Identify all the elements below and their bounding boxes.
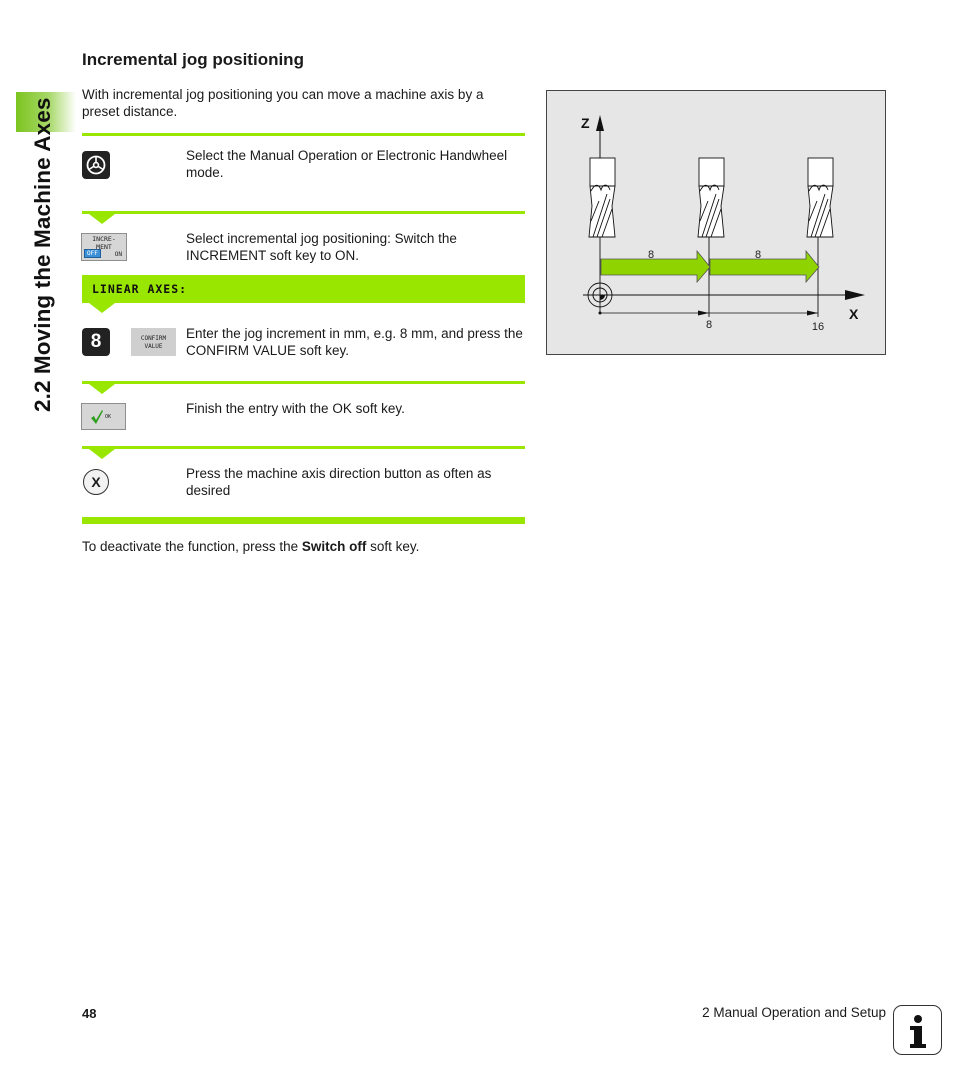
increment-softkey-icon: INCRE- MENT OFF ON	[81, 233, 127, 261]
step-arrow-icon	[89, 303, 115, 313]
section-title: Incremental jog positioning	[82, 50, 304, 69]
step-divider	[82, 211, 525, 214]
step-5-text: Press the machine axis direction button …	[186, 466, 492, 498]
softkey-line2: VALUE	[144, 342, 163, 350]
softkey-off-state: OFF	[84, 249, 101, 258]
increment-label-1: 8	[648, 249, 654, 261]
digit-8-key-icon: 8	[82, 328, 110, 356]
end-mill-tool-icon	[806, 157, 834, 317]
step-arrow-icon	[89, 384, 115, 394]
z-axis-arrow-icon	[596, 115, 604, 131]
increment-arrow-2	[709, 249, 820, 284]
ok-softkey-icon: OK	[81, 403, 126, 430]
dialog-prompt-bar: LINEAR AXES:	[82, 275, 525, 303]
deactivate-note: To deactivate the function, press the Sw…	[82, 539, 419, 554]
steps-end-bar	[82, 517, 525, 524]
x-axis-key-icon: X	[83, 469, 109, 495]
position-label-8: 8	[706, 319, 712, 331]
increment-label-2: 8	[755, 249, 761, 261]
step-1-text: Select the Manual Operation or Electroni…	[186, 148, 508, 180]
increment-arrow-1	[600, 249, 711, 284]
softkey-on-state: ON	[114, 251, 122, 258]
step-3-text: Enter the jog increment in mm, e.g. 8 mm…	[186, 326, 523, 358]
softkey-ok-label: OK	[105, 414, 112, 420]
step-divider	[82, 446, 525, 449]
step-arrow-icon	[89, 449, 115, 459]
step-4-text: Finish the entry with the OK soft key.	[186, 401, 405, 416]
handwheel-mode-key-icon	[82, 151, 110, 179]
confirm-value-softkey-icon: CONFIRM VALUE	[131, 328, 176, 356]
chapter-side-title: 2.2 Moving the Machine Axes	[30, 97, 55, 412]
step-2-text: Select incremental jog positioning: Swit…	[186, 231, 457, 263]
jog-increment-figure: Z 8 8 X 8 16	[546, 90, 886, 355]
footer-chapter-title: 2 Manual Operation and Setup	[702, 1005, 886, 1020]
step-arrow-icon	[89, 214, 115, 224]
x-axis-label: X	[849, 306, 859, 322]
info-icon	[893, 1005, 942, 1055]
dialog-prompt-text: LINEAR AXES:	[92, 282, 188, 296]
deactivate-suffix: soft key.	[366, 539, 420, 554]
step-divider	[82, 133, 525, 136]
intro-paragraph: With incremental jog positioning you can…	[82, 87, 484, 119]
z-axis-label: Z	[581, 115, 590, 131]
checkmark-icon	[91, 410, 103, 424]
x-axis-arrow-icon	[845, 290, 865, 300]
position-label-16: 16	[812, 321, 824, 333]
softkey-line1: CONFIRM	[140, 335, 167, 342]
page-number: 48	[82, 1006, 97, 1021]
deactivate-prefix: To deactivate the function, press the	[82, 539, 302, 554]
switch-off-term: Switch off	[301, 539, 367, 554]
step-divider	[82, 381, 525, 384]
end-mill-tool-icon	[697, 157, 725, 317]
